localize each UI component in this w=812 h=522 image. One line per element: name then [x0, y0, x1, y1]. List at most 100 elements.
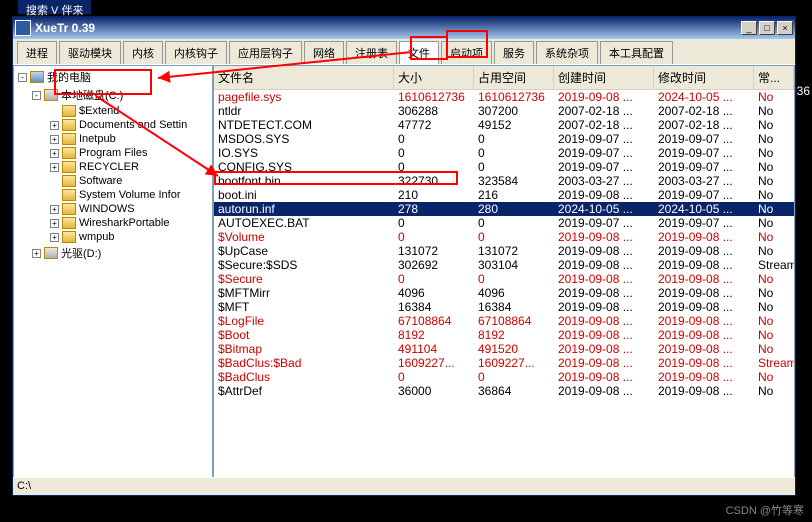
maximize-button[interactable]: □	[759, 21, 775, 35]
table-row[interactable]: $UpCase1310721310722019-09-08 ...2019-09…	[214, 244, 794, 258]
tree-node[interactable]: + Program Files	[16, 146, 210, 160]
column-header[interactable]: 修改时间	[654, 66, 754, 89]
expand-icon[interactable]: -	[32, 91, 41, 100]
tree-node[interactable]: + Inetpub	[16, 132, 210, 146]
tree-label: Documents and Settin	[79, 119, 187, 131]
tree-node[interactable]: Software	[16, 174, 210, 188]
tab-bar: 进程驱动模块内核内核钩子应用层钩子网络注册表文件启动项服务系统杂项本工具配置	[13, 39, 795, 65]
table-row[interactable]: autorun.inf2782802024-10-05 ...2024-10-0…	[214, 202, 794, 216]
expand-icon[interactable]: +	[50, 205, 59, 214]
tree-node[interactable]: + WINDOWS	[16, 202, 210, 216]
table-row[interactable]: pagefile.sys161061273616106127362019-09-…	[214, 90, 794, 104]
tree-label: 我的电脑	[47, 69, 91, 85]
tab-5[interactable]: 网络	[304, 41, 344, 64]
tree-node[interactable]: -本地磁盘(C:)	[16, 86, 210, 104]
tab-10[interactable]: 系统杂项	[536, 41, 598, 64]
table-row[interactable]: $Secure002019-09-08 ...2019-09-08 ...No	[214, 272, 794, 286]
table-row[interactable]: AUTOEXEC.BAT002019-09-07 ...2019-09-07 .…	[214, 216, 794, 230]
watermark: CSDN @竹等寒	[726, 502, 804, 518]
folder-icon	[62, 105, 76, 117]
tree-label: WINDOWS	[79, 203, 135, 215]
folder-tree[interactable]: -我的电脑-本地磁盘(C:)$Extend+Documents and Sett…	[13, 65, 213, 493]
table-row[interactable]: $MFTMirr409640962019-09-08 ...2019-09-08…	[214, 286, 794, 300]
tree-node[interactable]: + wmpub	[16, 230, 210, 244]
table-row[interactable]: CONFIG.SYS002019-09-07 ...2019-09-07 ...…	[214, 160, 794, 174]
expand-icon[interactable]: +	[50, 149, 59, 158]
tab-1[interactable]: 驱动模块	[59, 41, 121, 64]
table-row[interactable]: $Boot819281922019-09-08 ...2019-09-08 ..…	[214, 328, 794, 342]
tree-label: 光驱(D:)	[61, 245, 101, 261]
tab-3[interactable]: 内核钩子	[165, 41, 227, 64]
tab-8[interactable]: 启动项	[441, 41, 492, 64]
expand-icon[interactable]: +	[50, 233, 59, 242]
list-body[interactable]: pagefile.sys161061273616106127362019-09-…	[214, 90, 794, 492]
tab-2[interactable]: 内核	[123, 41, 163, 64]
table-row[interactable]: IO.SYS002019-09-07 ...2019-09-07 ...No	[214, 146, 794, 160]
table-row[interactable]: $BadClus:$Bad1609227...1609227...2019-09…	[214, 356, 794, 370]
list-header[interactable]: 文件名大小占用空间创建时间修改时间常...	[214, 66, 794, 90]
folder-icon	[44, 247, 58, 259]
column-header[interactable]: 常...	[754, 66, 794, 89]
table-row[interactable]: bootfont.bin3227303235842003-03-27 ...20…	[214, 174, 794, 188]
table-row[interactable]: NTDETECT.COM47772491522007-02-18 ...2007…	[214, 118, 794, 132]
tab-0[interactable]: 进程	[17, 41, 57, 64]
app-icon	[15, 20, 31, 36]
expand-icon[interactable]: +	[32, 249, 41, 258]
tree-label: $Extend	[79, 105, 119, 117]
folder-icon	[62, 189, 76, 201]
main-window: XueTr 0.39 _ □ × 进程驱动模块内核内核钩子应用层钩子网络注册表文…	[12, 16, 796, 496]
expand-icon[interactable]: +	[50, 163, 59, 172]
table-row[interactable]: ntldr3062883072002007-02-18 ...2007-02-1…	[214, 104, 794, 118]
table-row[interactable]: $BadClus002019-09-08 ...2019-09-08 ...No	[214, 370, 794, 384]
column-header[interactable]: 大小	[394, 66, 474, 89]
tree-node[interactable]: + WiresharkPortable	[16, 216, 210, 230]
expand-icon[interactable]: -	[18, 73, 27, 82]
tree-label: Inetpub	[79, 133, 116, 145]
titlebar[interactable]: XueTr 0.39 _ □ ×	[13, 17, 795, 39]
file-list[interactable]: 文件名大小占用空间创建时间修改时间常... pagefile.sys161061…	[213, 65, 795, 493]
column-header[interactable]: 占用空间	[474, 66, 554, 89]
table-row[interactable]: $LogFile67108864671088642019-09-08 ...20…	[214, 314, 794, 328]
table-row[interactable]: $Secure:$SDS3026923031042019-09-08 ...20…	[214, 258, 794, 272]
window-title: XueTr 0.39	[35, 21, 741, 35]
folder-icon	[62, 203, 76, 215]
tree-node[interactable]: + Documents and Settin	[16, 118, 210, 132]
tree-node[interactable]: - 我的电脑	[16, 68, 210, 86]
folder-icon	[62, 133, 76, 145]
tree-label: WiresharkPortable	[79, 217, 169, 229]
folder-icon	[62, 161, 76, 173]
tab-6[interactable]: 注册表	[346, 41, 397, 64]
table-row[interactable]: $Bitmap4911044915202019-09-08 ...2019-09…	[214, 342, 794, 356]
expand-icon[interactable]: +	[50, 219, 59, 228]
folder-icon	[62, 119, 76, 131]
column-header[interactable]: 创建时间	[554, 66, 654, 89]
close-button[interactable]: ×	[777, 21, 793, 35]
folder-icon	[62, 217, 76, 229]
column-header[interactable]: 文件名	[214, 66, 394, 89]
table-row[interactable]: $MFT16384163842019-09-08 ...2019-09-08 .…	[214, 300, 794, 314]
tree-node[interactable]: $Extend	[16, 104, 210, 118]
folder-icon	[44, 89, 58, 101]
expand-icon[interactable]: +	[50, 135, 59, 144]
tree-node[interactable]: + RECYCLER	[16, 160, 210, 174]
expand-icon[interactable]: +	[50, 121, 59, 130]
statusbar: C:\	[13, 477, 795, 495]
tree-node[interactable]: + 光驱(D:)	[16, 244, 210, 262]
tab-7[interactable]: 文件	[399, 41, 439, 64]
tree-label: Software	[79, 175, 122, 187]
tab-11[interactable]: 本工具配置	[600, 41, 673, 64]
tab-9[interactable]: 服务	[494, 41, 534, 64]
tree-node[interactable]: System Volume Infor	[16, 188, 210, 202]
folder-icon	[62, 175, 76, 187]
table-row[interactable]: $Volume002019-09-08 ...2019-09-08 ...No	[214, 230, 794, 244]
table-row[interactable]: boot.ini2102162019-09-08 ...2019-09-07 .…	[214, 188, 794, 202]
tab-4[interactable]: 应用层钩子	[229, 41, 302, 64]
table-row[interactable]: $AttrDef36000368642019-09-08 ...2019-09-…	[214, 384, 794, 398]
tree-label: System Volume Infor	[79, 189, 181, 201]
tree-label: Program Files	[79, 147, 147, 159]
background-fragment: 搜索 V 伴来	[18, 0, 91, 14]
table-row[interactable]: MSDOS.SYS002019-09-07 ...2019-09-07 ...N…	[214, 132, 794, 146]
minimize-button[interactable]: _	[741, 21, 757, 35]
tree-label: RECYCLER	[79, 161, 139, 173]
tree-label: wmpub	[79, 231, 114, 243]
